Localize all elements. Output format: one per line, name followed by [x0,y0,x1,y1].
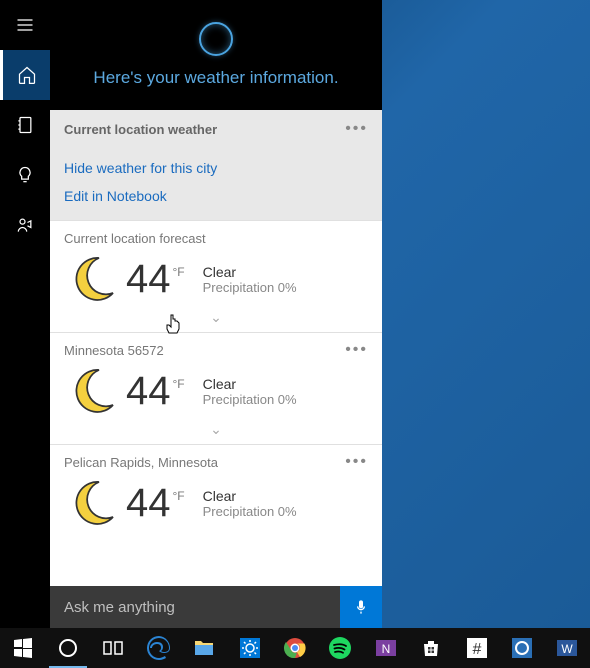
onenote-icon: N [374,636,398,660]
store-icon [419,636,443,660]
microphone-icon [353,599,369,615]
temperature: 44 °F [126,259,185,299]
moon-icon [64,475,120,531]
more-icon[interactable]: ••• [345,453,368,471]
section-header: Current location weather ••• [50,110,382,148]
chrome-button[interactable] [272,628,317,668]
slack-icon: # [465,636,489,660]
taskview-button[interactable] [91,628,136,668]
expand-chevron-icon[interactable]: ⌄ [64,419,368,440]
forecast-card[interactable]: Current location forecast 44 °F Clear Pr… [50,220,382,332]
cortana-header: Here's your weather information. [50,0,382,110]
settings-button[interactable] [227,628,272,668]
taskbar: N # W [0,628,590,668]
forecast-location: Minnesota 56572 [64,343,164,358]
svg-text:N: N [381,642,390,656]
onenote-button[interactable]: N [363,628,408,668]
cortana-taskbar-button[interactable] [45,628,90,668]
menu-button[interactable] [0,0,50,50]
cortana-search-bar [50,586,382,628]
cortana-logo-icon [199,22,233,56]
cortana-headline: Here's your weather information. [93,68,338,88]
spotify-button[interactable] [318,628,363,668]
section-title: Current location weather [64,122,217,137]
cortana-icon [56,636,80,660]
windows-icon [11,636,35,660]
moon-icon [64,251,120,307]
forecast-location: Current location forecast [64,231,206,246]
slack-button[interactable]: # [454,628,499,668]
cortana-panel: Here's your weather information. Current… [0,0,382,628]
conditions: Clear Precipitation 0% [203,376,297,407]
app-icon [510,636,534,660]
forecast-card[interactable]: Pelican Rapids, Minnesota ••• 44 °F Clea… [50,444,382,535]
weather-content: Current location weather ••• Hide weathe… [50,110,382,628]
forecast-location: Pelican Rapids, Minnesota [64,455,218,470]
edit-notebook-link[interactable]: Edit in Notebook [64,182,368,210]
hide-weather-link[interactable]: Hide weather for this city [64,154,368,182]
folder-icon [192,636,216,660]
taskview-icon [101,636,125,660]
cortana-sidebar [0,0,50,628]
file-explorer-button[interactable] [182,628,227,668]
moon-icon [64,363,120,419]
temperature: 44 °F [126,483,185,523]
gear-icon [238,636,262,660]
conditions: Clear Precipitation 0% [203,264,297,295]
tips-button[interactable] [0,150,50,200]
edge-button[interactable] [136,628,181,668]
svg-text:#: # [472,641,481,658]
cortana-main: Here's your weather information. Current… [50,0,382,628]
conditions: Clear Precipitation 0% [203,488,297,519]
search-input[interactable] [50,599,340,616]
word-button[interactable]: W [545,628,590,668]
word-icon: W [555,636,579,660]
expand-chevron-icon[interactable]: ⌄ [64,307,368,328]
edge-icon [147,636,171,660]
svg-text:W: W [562,642,574,656]
app-button[interactable] [499,628,544,668]
forecast-card[interactable]: Minnesota 56572 ••• 44 °F Clear Precipit… [50,332,382,444]
notebook-button[interactable] [0,100,50,150]
section-actions: Hide weather for this city Edit in Noteb… [50,148,382,220]
more-icon[interactable]: ••• [345,341,368,359]
feedback-button[interactable] [0,200,50,250]
chrome-icon [283,636,307,660]
microphone-button[interactable] [340,586,382,628]
home-button[interactable] [0,50,50,100]
start-button[interactable] [0,628,45,668]
pointer-cursor-icon [165,313,183,335]
store-button[interactable] [409,628,454,668]
temperature: 44 °F [126,371,185,411]
spotify-icon [328,636,352,660]
more-icon[interactable]: ••• [345,120,368,138]
